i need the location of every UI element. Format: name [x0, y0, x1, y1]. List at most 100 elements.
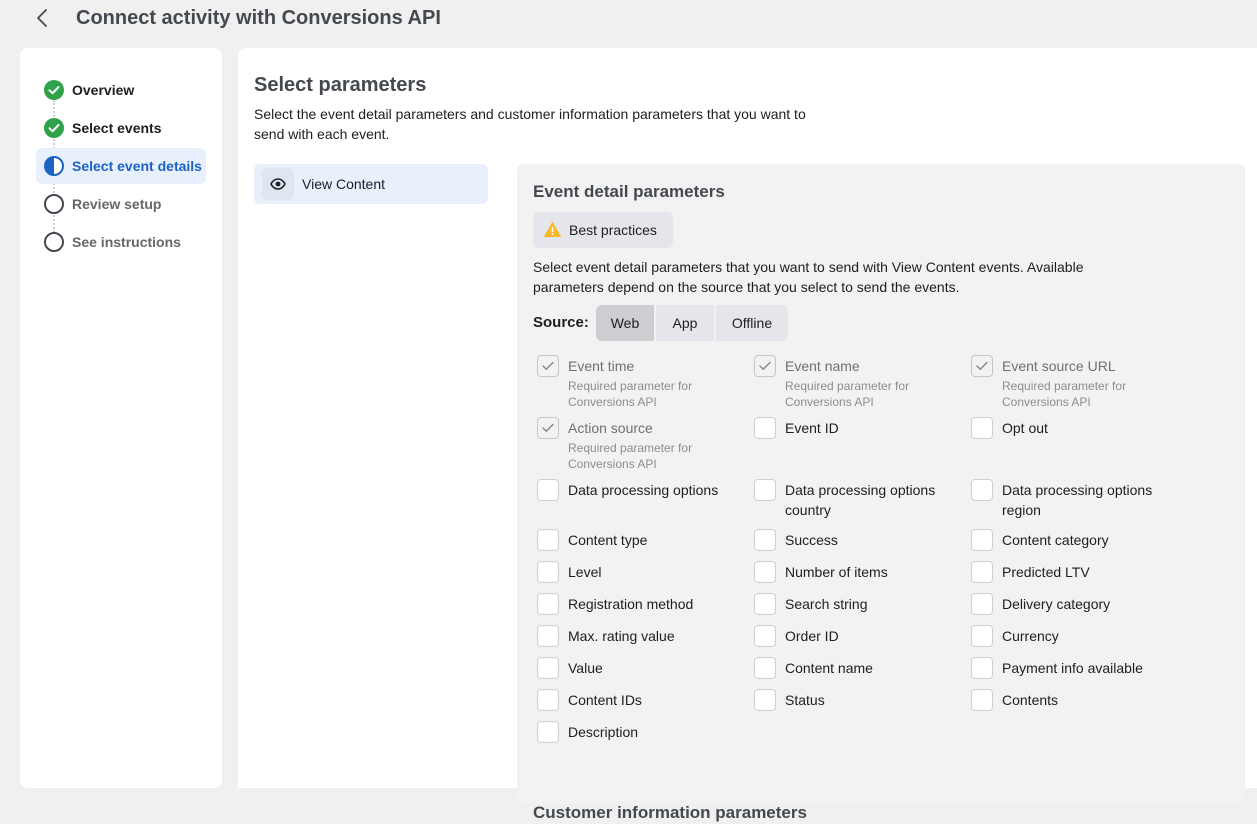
param-required-note: Required parameter for Conversions API [568, 379, 693, 409]
param-label: Event ID [785, 420, 839, 436]
event-icon-box [262, 168, 294, 200]
source-label: Source: [533, 314, 589, 331]
param-label: Value [568, 660, 603, 676]
step-see-instructions[interactable]: See instructions [36, 224, 206, 260]
param-label: Data processing options country [785, 482, 936, 518]
param-checkbox[interactable] [971, 529, 993, 551]
param-label: Content name [785, 660, 873, 676]
param-label: Content category [1002, 532, 1109, 548]
param-checkbox[interactable] [754, 561, 776, 583]
param-label: Search string [785, 596, 868, 612]
param-label: Predicted LTV [1002, 564, 1090, 580]
check-icon [542, 361, 554, 370]
param-checkbox[interactable] [971, 417, 993, 439]
param-label: Data processing options [568, 482, 719, 498]
param-required-note: Required parameter for Conversions API [568, 441, 693, 471]
param-label: Event name [785, 358, 860, 374]
param-checkbox[interactable] [537, 561, 559, 583]
param-label: Event source URL [1002, 358, 1116, 374]
param-label: Content type [568, 532, 648, 548]
param-label: Number of items [785, 564, 888, 580]
main-content: Select parameters Select the event detai… [238, 48, 1257, 822]
param-label: Contents [1002, 692, 1059, 708]
step-overview[interactable]: Overview [36, 72, 206, 108]
step-label: Select event details [72, 158, 202, 174]
check-icon [542, 423, 554, 432]
event-detail-parameters-panel: Event detail parameters Best practices S… [517, 164, 1245, 822]
param-checkbox[interactable] [537, 689, 559, 711]
param-label: Data processing options region [1002, 482, 1153, 518]
source-option-offline[interactable]: Offline [716, 305, 788, 341]
section-description: Select the event detail parameters and c… [254, 106, 806, 142]
param-checkbox[interactable] [971, 689, 993, 711]
chevron-left-icon [37, 9, 47, 27]
param-checkbox[interactable] [754, 529, 776, 551]
param-label: Opt out [1002, 420, 1048, 436]
param-label: Description [568, 724, 639, 740]
param-required-note: Required parameter for Conversions API [785, 379, 910, 409]
best-practices-label: Best practices [569, 222, 657, 238]
param-checkbox[interactable] [754, 593, 776, 615]
top-bar: Connect activity with Conversions API [0, 0, 1257, 40]
param-checkbox[interactable] [537, 479, 559, 501]
step-review-setup[interactable]: Review setup [36, 186, 206, 222]
panel-description: Select event detail parameters that you … [533, 259, 1084, 295]
section-title: Select parameters [254, 74, 427, 96]
step-select-events[interactable]: Select events [36, 110, 206, 146]
param-checkbox[interactable] [971, 625, 993, 647]
page-title: Connect activity with Conversions API [76, 7, 441, 29]
param-checkbox[interactable] [971, 657, 993, 679]
param-checkbox [537, 417, 559, 439]
check-icon [759, 361, 771, 370]
param-label: Event time [568, 358, 635, 374]
param-checkbox[interactable] [754, 689, 776, 711]
customer-parameters-title: Customer information parameters [533, 803, 807, 822]
setup-steps-sidebar: Overview Select events Select event deta… [20, 48, 222, 788]
check-icon [976, 361, 988, 370]
param-checkbox[interactable] [537, 657, 559, 679]
param-label: Payment info available [1002, 660, 1143, 676]
param-checkbox[interactable] [971, 479, 993, 501]
param-label: Status [785, 692, 825, 708]
warning-icon [544, 222, 561, 237]
event-item-view-content[interactable]: View Content [254, 164, 488, 204]
back-button[interactable] [31, 6, 55, 30]
best-practices-button[interactable]: Best practices [533, 212, 673, 248]
param-checkbox[interactable] [537, 593, 559, 615]
empty-circle-icon [44, 232, 64, 252]
param-checkbox[interactable] [754, 479, 776, 501]
param-checkbox [537, 355, 559, 377]
param-checkbox[interactable] [537, 721, 559, 743]
param-checkbox[interactable] [754, 625, 776, 647]
param-label: Delivery category [1002, 596, 1111, 612]
param-checkbox[interactable] [971, 593, 993, 615]
param-checkbox[interactable] [754, 417, 776, 439]
source-option-app[interactable]: App [656, 305, 714, 341]
param-label: Success [785, 532, 838, 548]
step-select-event-details[interactable]: Select event details [36, 148, 206, 184]
param-checkbox[interactable] [537, 529, 559, 551]
param-checkbox[interactable] [971, 561, 993, 583]
step-label: Overview [72, 82, 135, 98]
step-label: Select events [72, 120, 162, 136]
step-label: See instructions [72, 234, 181, 250]
source-option-web[interactable]: Web [596, 305, 654, 341]
param-label: Currency [1002, 628, 1059, 644]
param-label: Action source [568, 420, 653, 436]
param-checkbox[interactable] [754, 657, 776, 679]
half-circle-icon [44, 156, 64, 176]
step-label: Review setup [72, 196, 162, 212]
param-required-note: Required parameter for Conversions API [1002, 379, 1127, 409]
param-label: Content IDs [568, 692, 642, 708]
param-label: Max. rating value [568, 628, 675, 644]
check-circle-icon [44, 80, 64, 100]
eye-icon [270, 178, 286, 190]
param-checkbox[interactable] [537, 625, 559, 647]
param-label: Order ID [785, 628, 839, 644]
check-circle-icon [44, 118, 64, 138]
param-checkbox [971, 355, 993, 377]
param-checkbox [754, 355, 776, 377]
event-item-label: View Content [302, 176, 386, 192]
empty-circle-icon [44, 194, 64, 214]
param-label: Registration method [568, 596, 694, 612]
